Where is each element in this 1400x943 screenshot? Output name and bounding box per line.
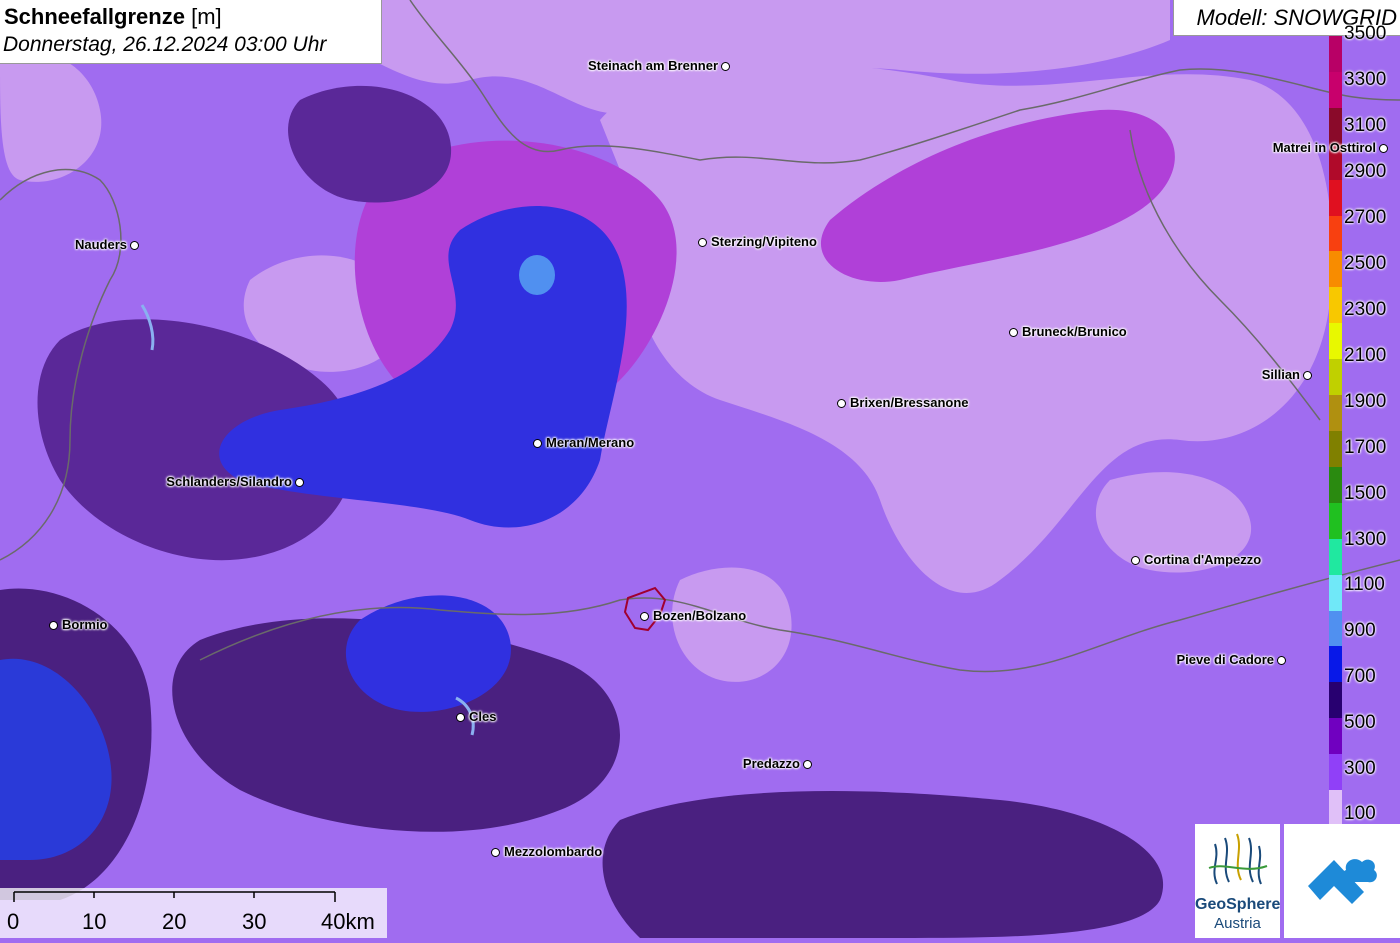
city-label: Cles — [469, 709, 497, 724]
legend-label: 1700 — [1344, 437, 1387, 458]
legend-label: 2300 — [1344, 299, 1387, 320]
legend-label: 3500 — [1344, 23, 1387, 44]
legend-label: 2500 — [1344, 253, 1387, 274]
city-marker[interactable] — [1009, 328, 1018, 337]
city-label: Mezzolombardo — [504, 844, 603, 859]
light-blue-spot — [519, 255, 555, 295]
legend-label: 1900 — [1344, 391, 1387, 412]
city-label: Sterzing/Vipiteno — [711, 234, 817, 249]
legend-color-segment — [1329, 71, 1342, 109]
city-label: Predazzo — [742, 756, 800, 771]
legend-color-segment — [1329, 107, 1342, 145]
geosphere-logo-icon — [1208, 833, 1268, 885]
scale-label-10: 10 — [82, 909, 107, 934]
city-marker[interactable] — [533, 439, 542, 448]
city-label: Sillian — [1261, 367, 1300, 382]
legend-color-segment — [1329, 610, 1342, 647]
map-title-unit: [m] — [191, 4, 222, 29]
city-label: Pieve di Cadore — [1176, 652, 1274, 667]
legend-color-segment — [1329, 323, 1342, 360]
legend-color-segment — [1329, 251, 1342, 288]
city-marker[interactable] — [49, 621, 58, 630]
snowgrid-logo[interactable] — [1284, 824, 1400, 938]
legend-color-segment — [1329, 287, 1342, 324]
city-marker[interactable] — [1379, 144, 1388, 153]
geosphere-name: GeoSphere — [1195, 896, 1281, 913]
legend-color-segment — [1329, 538, 1342, 576]
city-marker[interactable] — [456, 713, 465, 722]
city-label: Nauders — [74, 237, 127, 252]
city-marker[interactable] — [295, 478, 304, 487]
legend-label: 1500 — [1344, 483, 1387, 504]
city-label: Matrei in Osttirol — [1272, 140, 1376, 155]
city-label: Bozen/Bolzano — [653, 608, 747, 623]
legend-color-segment — [1329, 431, 1342, 468]
legend-color-segment — [1329, 502, 1342, 540]
map-title-bold: Schneefallgrenze — [4, 4, 185, 29]
legend-color-segment — [1329, 36, 1342, 73]
legend-label: 2900 — [1344, 161, 1387, 182]
legend-color-segment — [1329, 754, 1342, 791]
legend-color-segment — [1329, 718, 1342, 755]
city-label: Bruneck/Brunico — [1022, 324, 1127, 339]
city-label: Schlanders/Silandro — [166, 474, 292, 489]
legend-color-segment — [1329, 574, 1342, 612]
legend-color-segment — [1329, 359, 1342, 396]
scale-label-40km: 40km — [321, 909, 375, 934]
city-marker[interactable] — [1131, 556, 1140, 565]
legend-color-segment — [1329, 682, 1342, 719]
city-marker[interactable] — [640, 612, 649, 621]
city-marker[interactable] — [698, 238, 707, 247]
legend-color-segment — [1329, 646, 1342, 683]
city-marker[interactable] — [837, 399, 846, 408]
city-label: Bormio — [62, 617, 108, 632]
city-marker[interactable] — [803, 760, 812, 769]
map-title-box: Schneefallgrenze [m] Donnerstag, 26.12.2… — [0, 0, 382, 64]
city-marker[interactable] — [1303, 371, 1312, 380]
legend-label: 2700 — [1344, 207, 1387, 228]
legend-color-segment — [1329, 179, 1342, 217]
scale-label-20: 20 — [162, 909, 187, 934]
snowgrid-logo-icon — [1308, 859, 1377, 904]
city-label: Steinach am Brenner — [587, 58, 718, 73]
legend-label: 100 — [1344, 803, 1376, 824]
city-marker[interactable] — [721, 62, 730, 71]
legend-label: 900 — [1344, 620, 1376, 641]
legend-color-segment — [1329, 466, 1342, 504]
city-marker[interactable] — [491, 848, 500, 857]
map-title: Schneefallgrenze [m] — [4, 4, 222, 30]
legend-label: 3300 — [1344, 69, 1387, 90]
legend-color-segment — [1329, 395, 1342, 432]
geosphere-sub: Austria — [1214, 915, 1261, 932]
legend-label: 2100 — [1344, 345, 1387, 366]
map-datetime: Donnerstag, 26.12.2024 03:00 Uhr — [3, 33, 327, 56]
city-label: Meran/Merano — [546, 435, 635, 450]
legend-label: 3100 — [1344, 115, 1387, 136]
city-marker[interactable] — [1277, 656, 1286, 665]
scale-label-30: 30 — [242, 909, 267, 934]
legend-label: 300 — [1344, 758, 1376, 779]
scale-label-0: 0 — [7, 909, 20, 934]
city-label: Brixen/Bressanone — [850, 395, 969, 410]
legend-color-segment — [1329, 790, 1342, 827]
legend-color-segment — [1329, 215, 1342, 252]
legend-label: 500 — [1344, 712, 1376, 733]
legend-label: 1100 — [1344, 574, 1385, 595]
city-marker[interactable] — [130, 241, 139, 250]
snowfall-limit-map[interactable] — [0, 0, 1400, 938]
geosphere-logo[interactable]: GeoSphere Austria — [1195, 824, 1280, 938]
city-label: Cortina d'Ampezzo — [1144, 552, 1262, 567]
legend-label: 1300 — [1344, 529, 1387, 550]
legend-label: 700 — [1344, 666, 1376, 687]
